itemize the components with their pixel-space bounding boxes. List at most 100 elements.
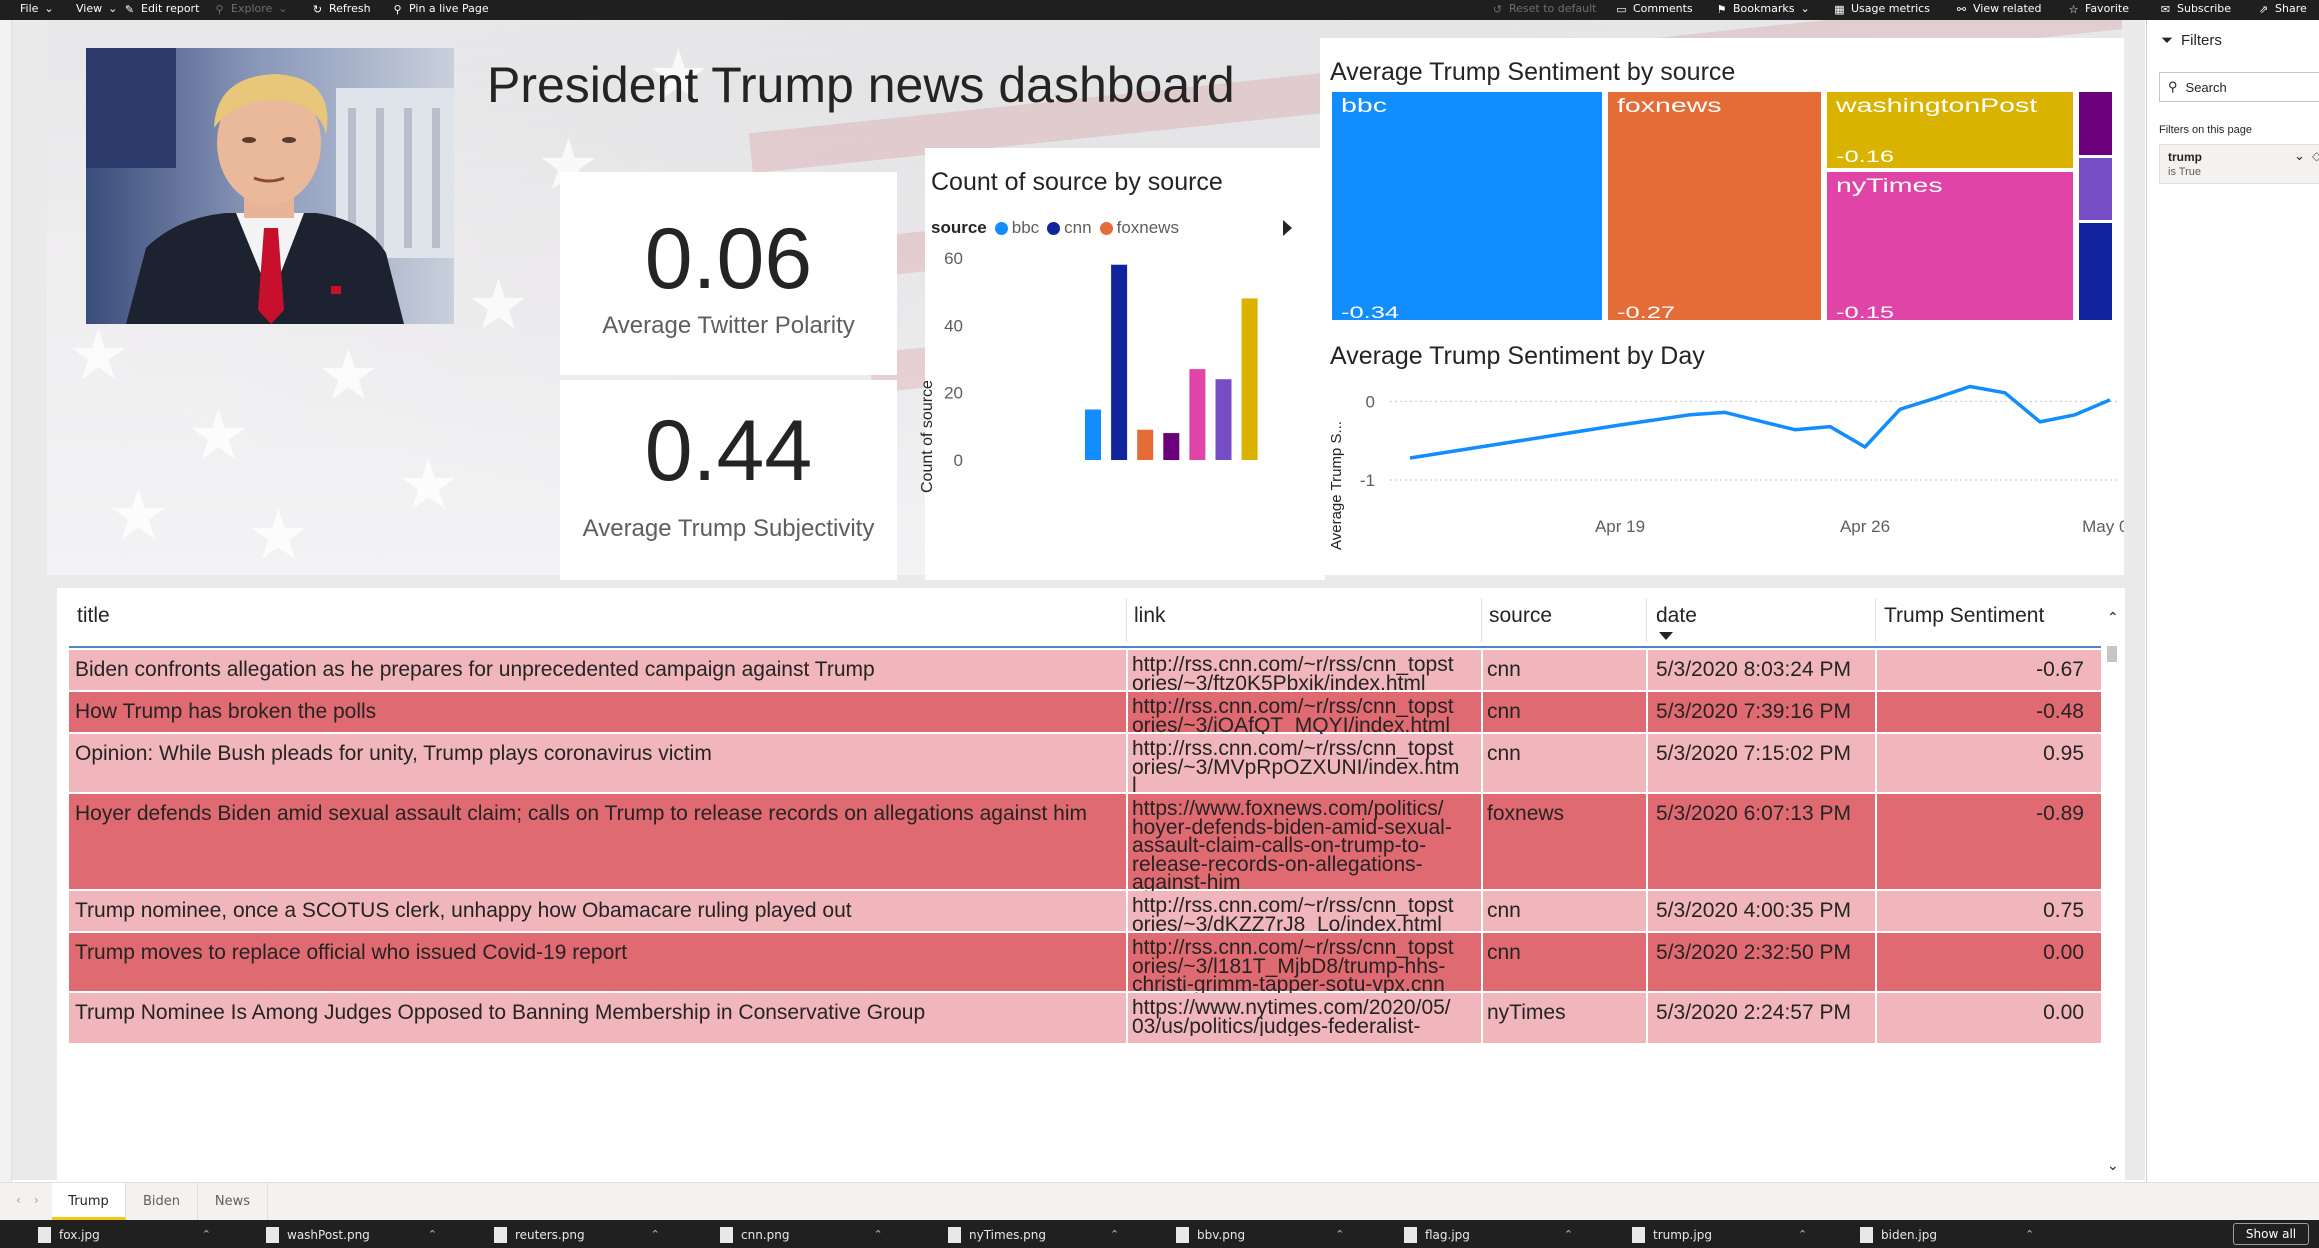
- articles-table[interactable]: title link source date Trump Sentiment B…: [57, 588, 2125, 1200]
- count-by-source-chart[interactable]: Count of source by source source bbc cnn…: [919, 148, 1325, 580]
- column-header-sentiment[interactable]: Trump Sentiment: [1884, 604, 2044, 628]
- table-scrollbar[interactable]: ⌃ ⌄: [2103, 610, 2121, 1180]
- edit-report-button[interactable]: ✎ Edit report: [124, 1, 200, 17]
- chevron-up-icon[interactable]: ⌃: [1110, 1224, 1119, 1246]
- cell-divider: [1646, 993, 1648, 1043]
- reset-default-button[interactable]: ↺ Reset to default: [1492, 1, 1597, 17]
- comments-button[interactable]: ▭ Comments: [1616, 1, 1692, 17]
- column-divider[interactable]: [1126, 598, 1127, 642]
- explore-menu[interactable]: ⚲ Explore ⌄: [214, 1, 287, 17]
- filters-header[interactable]: ⏷ Filters: [2161, 32, 2222, 49]
- download-item[interactable]: cnn.png ⌃: [720, 1224, 883, 1246]
- pin-live-page-button[interactable]: ⚲ Pin a live Page: [392, 1, 488, 17]
- column-divider[interactable]: [1875, 598, 1876, 642]
- chevron-up-icon[interactable]: ⌃: [873, 1224, 882, 1246]
- chevron-up-icon[interactable]: ⌃: [1335, 1224, 1344, 1246]
- cell-link: http://rss.cnn.com/~r/rss/cnn_topst orie…: [1132, 698, 1454, 734]
- chevron-up-icon[interactable]: ⌃: [651, 1224, 660, 1246]
- eraser-icon[interactable]: ◇: [2312, 149, 2319, 163]
- cell-source: cnn: [1487, 941, 1521, 964]
- chart-icon: ▦: [1834, 2, 1845, 16]
- refresh-button[interactable]: ↻ Refresh: [312, 1, 371, 17]
- share-icon: ⇗: [2258, 2, 2269, 16]
- portrait-svg: [86, 48, 454, 324]
- filters-title: Filters: [2181, 32, 2222, 49]
- table-row[interactable]: Trump Nominee Is Among Judges Opposed to…: [69, 993, 2101, 1043]
- chevron-up-icon[interactable]: ⌃: [2025, 1224, 2034, 1246]
- chevron-up-icon[interactable]: ⌃: [1564, 1224, 1573, 1246]
- dashboard-title: President Trump news dashboard: [487, 57, 1235, 113]
- subscribe-button[interactable]: ✉ Subscribe: [2160, 1, 2231, 17]
- cell-divider: [1646, 692, 1648, 732]
- cell-sentiment: -0.89: [2036, 802, 2084, 825]
- download-item[interactable]: biden.jpg ⌃: [1860, 1224, 2034, 1246]
- page-tab-biden[interactable]: Biden: [126, 1183, 198, 1220]
- download-item[interactable]: nyTimes.png ⌃: [948, 1224, 1119, 1246]
- table-row[interactable]: Trump moves to replace official who issu…: [69, 933, 2101, 993]
- x-tick-label: Apr 26: [1840, 517, 1890, 536]
- kpi-card-subjectivity[interactable]: 0.44 Average Trump Subjectivity: [560, 380, 897, 580]
- usage-metrics-button[interactable]: ▦ Usage metrics: [1834, 1, 1930, 17]
- download-item[interactable]: flag.jpg ⌃: [1404, 1224, 1573, 1246]
- chevron-up-icon[interactable]: ⌃: [428, 1224, 437, 1246]
- bookmarks-menu[interactable]: ⚑ Bookmarks ⌄: [1716, 1, 1810, 17]
- cell-link: http://rss.cnn.com/~r/rss/cnn_topst orie…: [1132, 939, 1454, 993]
- scroll-thumb[interactable]: [2107, 646, 2117, 662]
- x-tick-label: Apr 19: [1595, 517, 1645, 536]
- sort-descending-icon[interactable]: [1659, 632, 1673, 640]
- table-row[interactable]: How Trump has broken the polls http://rss…: [69, 692, 2101, 734]
- cell-divider: [1126, 650, 1128, 690]
- cell-title: Trump moves to replace official who issu…: [75, 941, 628, 964]
- download-item[interactable]: fox.jpg ⌃: [38, 1224, 211, 1246]
- show-all-button[interactable]: Show all: [2233, 1223, 2309, 1245]
- column-divider[interactable]: [1646, 598, 1647, 642]
- sentiment-by-day-chart[interactable]: Average Trump Sentiment by Day Average T…: [1320, 320, 2124, 575]
- kpi-card-polarity[interactable]: 0.06 Average Twitter Polarity: [560, 172, 897, 375]
- next-page-icon[interactable]: ›: [34, 1193, 39, 1207]
- table-row[interactable]: Biden confronts allegation as he prepare…: [69, 650, 2101, 692]
- star-icon: ★: [67, 314, 130, 396]
- prev-page-icon[interactable]: ‹: [16, 1193, 21, 1207]
- page-tab-news[interactable]: News: [198, 1183, 268, 1220]
- sentiment-by-source-treemap[interactable]: Average Trump Sentiment by source bbc -0.…: [1320, 38, 2124, 328]
- filter-funnel-icon: ⏷: [2161, 32, 2174, 49]
- download-item[interactable]: reuters.png ⌃: [494, 1224, 660, 1246]
- y-tick-label: 40: [944, 316, 963, 335]
- view-related-button[interactable]: ⚯ View related: [1956, 1, 2042, 17]
- star-icon: ★: [247, 494, 310, 575]
- column-header-source[interactable]: source: [1489, 604, 1552, 628]
- chevron-down-icon[interactable]: ⌄: [2294, 149, 2305, 164]
- cell-divider: [1646, 933, 1648, 991]
- column-header-title[interactable]: title: [77, 604, 110, 628]
- filter-card-trump[interactable]: trump is True ⌄ ◇: [2159, 144, 2319, 184]
- download-item[interactable]: trump.jpg ⌃: [1632, 1224, 1807, 1246]
- cell-divider: [1481, 891, 1483, 931]
- table-row[interactable]: Hoyer defends Biden amid sexual assault …: [69, 794, 2101, 891]
- share-button[interactable]: ⇗ Share: [2258, 1, 2307, 17]
- scroll-up-icon[interactable]: ⌃: [2107, 610, 2119, 626]
- download-item[interactable]: washPost.png ⌃: [266, 1224, 437, 1246]
- column-header-date[interactable]: date: [1656, 604, 1697, 628]
- star-icon: ★: [187, 394, 250, 476]
- file-icon: [494, 1227, 507, 1243]
- pencil-icon: ✎: [124, 2, 135, 16]
- chevron-up-icon[interactable]: ⌃: [1798, 1224, 1807, 1246]
- column-header-link[interactable]: link: [1134, 604, 1166, 628]
- filters-search-input[interactable]: ⚲ Search: [2159, 72, 2319, 102]
- file-icon: [720, 1227, 733, 1243]
- download-item[interactable]: bbv.png ⌃: [1176, 1224, 1344, 1246]
- cell-divider: [1646, 650, 1648, 690]
- file-menu[interactable]: File ⌄: [20, 1, 54, 17]
- chevron-up-icon[interactable]: ⌃: [202, 1224, 211, 1246]
- table-row[interactable]: Trump nominee, once a SCOTUS clerk, unha…: [69, 891, 2101, 933]
- file-icon: [38, 1227, 51, 1243]
- column-divider[interactable]: [1481, 598, 1482, 642]
- page-tab-trump[interactable]: Trump: [52, 1183, 126, 1220]
- scroll-down-icon[interactable]: ⌄: [2107, 1158, 2119, 1174]
- table-row[interactable]: Opinion: While Bush pleads for unity, Tr…: [69, 734, 2101, 794]
- cell-source: cnn: [1487, 700, 1521, 723]
- view-menu[interactable]: View ⌄: [76, 1, 117, 17]
- cell-date: 5/3/2020 2:24:57 PM: [1656, 1001, 1851, 1024]
- x-tick-label: May 03: [2082, 517, 2124, 536]
- favorite-button[interactable]: ☆ Favorite: [2068, 1, 2129, 17]
